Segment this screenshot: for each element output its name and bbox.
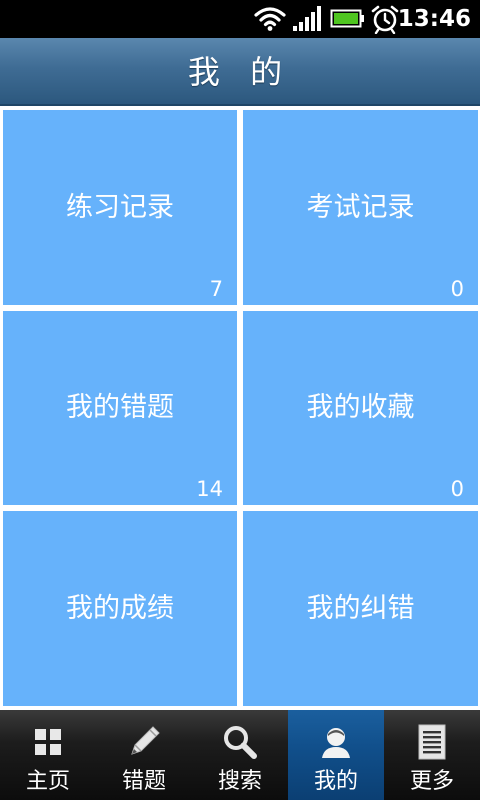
nav-item-more[interactable]: 更多 bbox=[384, 710, 480, 800]
tile-label: 练习记录 bbox=[66, 191, 174, 223]
nav-label: 我的 bbox=[313, 769, 358, 794]
tile-count: 0 bbox=[450, 277, 464, 301]
nav-item-search[interactable]: 搜索 bbox=[192, 710, 288, 800]
tile-exam-records[interactable]: 考试记录 0 bbox=[243, 110, 478, 305]
status-bar: 13:46 bbox=[0, 0, 480, 38]
tile-count: 14 bbox=[196, 477, 223, 501]
page-title: 我 的 bbox=[187, 53, 293, 91]
status-time: 13:46 bbox=[397, 6, 471, 32]
tile-label: 我的成绩 bbox=[66, 592, 174, 624]
search-icon bbox=[224, 726, 257, 759]
nav-item-home[interactable]: 主页 bbox=[0, 710, 96, 800]
nav-label: 错题 bbox=[121, 769, 166, 794]
tile-my-favorites[interactable]: 我的收藏 0 bbox=[243, 311, 478, 505]
tile-my-corrections[interactable]: 我的纠错 bbox=[243, 511, 478, 706]
title-bar: 我 的 bbox=[0, 38, 480, 106]
bottom-nav: 主页 错题 搜索 我的 更多 bbox=[0, 710, 480, 800]
tile-practice-records[interactable]: 练习记录 7 bbox=[3, 110, 237, 305]
signal-icon bbox=[293, 6, 321, 31]
tile-count: 7 bbox=[209, 277, 223, 301]
tile-count: 0 bbox=[450, 477, 464, 501]
screen: 13:46 我 的 练习记录 7 考试记录 0 我的错题 14 我的收藏 0 我… bbox=[0, 0, 480, 800]
nav-item-mine[interactable]: 我的 bbox=[288, 710, 384, 800]
tile-label: 考试记录 bbox=[306, 191, 415, 223]
nav-label: 主页 bbox=[25, 769, 70, 794]
tile-label: 我的纠错 bbox=[306, 592, 415, 624]
tile-my-scores[interactable]: 我的成绩 bbox=[3, 511, 237, 706]
battery-icon bbox=[330, 9, 364, 28]
document-icon bbox=[418, 724, 446, 760]
pencil-icon bbox=[131, 726, 160, 755]
tile-label: 我的错题 bbox=[66, 392, 174, 423]
tile-my-mistakes[interactable]: 我的错题 14 bbox=[3, 311, 237, 505]
alarm-icon bbox=[371, 5, 399, 34]
nav-label: 更多 bbox=[409, 769, 454, 794]
menu-grid: 练习记录 7 考试记录 0 我的错题 14 我的收藏 0 我的成绩 我的纠错 bbox=[0, 106, 480, 710]
wifi-icon bbox=[254, 7, 286, 31]
tile-label: 我的收藏 bbox=[306, 392, 415, 423]
grid-icon bbox=[35, 729, 61, 755]
user-icon bbox=[322, 728, 350, 758]
nav-item-mistakes[interactable]: 错题 bbox=[96, 710, 192, 800]
nav-label: 搜索 bbox=[217, 769, 262, 794]
